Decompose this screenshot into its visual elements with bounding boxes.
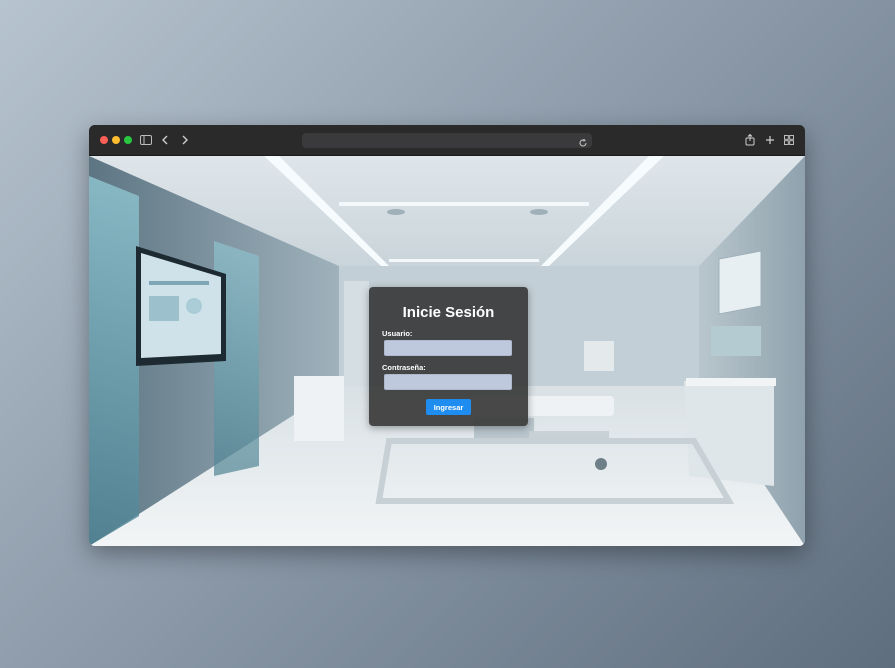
password-input[interactable]: [384, 374, 512, 390]
minimize-window-button[interactable]: [112, 136, 120, 144]
page-viewport: Inicie Sesión Usuario: Contraseña: Ingre…: [89, 156, 805, 546]
forward-icon[interactable]: [177, 132, 193, 148]
login-panel: Inicie Sesión Usuario: Contraseña: Ingre…: [369, 287, 528, 426]
tab-overview-icon[interactable]: [781, 132, 797, 148]
zoom-window-button[interactable]: [124, 136, 132, 144]
address-bar[interactable]: [302, 133, 592, 148]
share-icon[interactable]: [742, 132, 758, 148]
back-icon[interactable]: [157, 132, 173, 148]
username-input[interactable]: [384, 340, 512, 356]
login-title: Inicie Sesión: [402, 304, 495, 321]
username-label: Usuario:: [382, 329, 413, 338]
ingresar-button[interactable]: Ingresar: [426, 399, 471, 415]
browser-toolbar: [89, 125, 805, 156]
password-label: Contraseña:: [382, 363, 426, 372]
reload-icon[interactable]: [578, 135, 588, 153]
new-tab-icon[interactable]: [762, 132, 778, 148]
close-window-button[interactable]: [100, 136, 108, 144]
browser-window: Inicie Sesión Usuario: Contraseña: Ingre…: [89, 125, 805, 546]
sidebar-icon[interactable]: [138, 132, 154, 148]
